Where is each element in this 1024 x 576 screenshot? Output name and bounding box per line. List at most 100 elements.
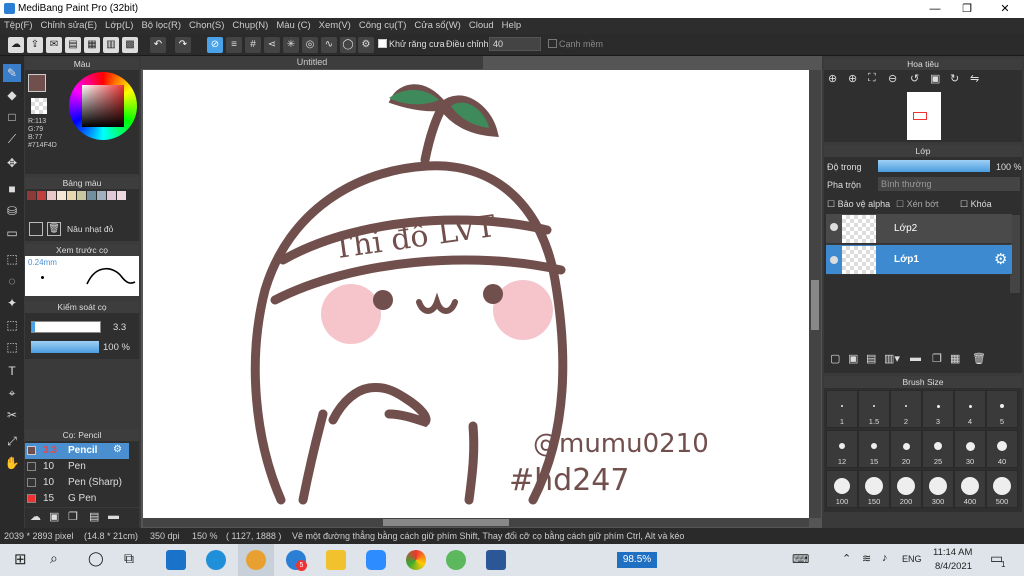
minimize-button[interactable]: — — [918, 0, 952, 18]
move-tool-icon[interactable]: ✥ — [3, 154, 21, 172]
brush-size-cell[interactable]: 20 — [890, 430, 922, 468]
brush-size-cell[interactable]: 500 — [986, 470, 1018, 508]
battery-indicator[interactable]: 98.5% — [617, 552, 657, 568]
brush-size-cell[interactable]: 1.5 — [858, 390, 890, 428]
brush-size-cell[interactable]: 150 — [858, 470, 890, 508]
actual-size-icon[interactable]: ▣ — [930, 72, 940, 85]
palette-swatch[interactable] — [117, 191, 126, 200]
hand-tool-icon[interactable]: ✋ — [3, 454, 21, 472]
navigator-thumbnail[interactable] — [907, 92, 941, 140]
duplicate-layer-icon[interactable]: ❐ — [932, 352, 942, 365]
brush-size-cell[interactable]: 15 — [858, 430, 890, 468]
brush-size-slider[interactable] — [31, 321, 101, 333]
menu-filter[interactable]: Bộ lọc(R) — [137, 18, 185, 33]
hue-wheel[interactable] — [69, 72, 137, 140]
palette-swatch[interactable] — [57, 191, 66, 200]
volume-icon[interactable]: ♪ — [882, 552, 888, 564]
clock-date[interactable]: 8/4/2021 — [935, 561, 972, 572]
delete-palette-icon[interactable]: 🗑 — [47, 222, 61, 236]
brush-size-cell[interactable]: 3 — [922, 390, 954, 428]
brush-item-pen-sharp[interactable]: 10 Pen (Sharp) — [25, 475, 125, 491]
redo-icon[interactable]: ↷ — [175, 37, 191, 53]
menu-select[interactable]: Chọn(S) — [185, 18, 228, 33]
dot-tool-icon[interactable]: ⟋ — [3, 130, 21, 148]
palette-swatch[interactable] — [107, 191, 116, 200]
add-brush-icon[interactable]: ▣ — [49, 510, 59, 523]
brush-size-cell[interactable]: 12 — [826, 430, 858, 468]
star-snap-icon[interactable]: ✳ — [283, 37, 299, 53]
canvas-tab[interactable]: Untitled — [141, 56, 483, 69]
new-palette-icon[interactable] — [29, 222, 43, 236]
brush-size-cell[interactable]: 25 — [922, 430, 954, 468]
search-icon[interactable]: ⌕ — [50, 550, 58, 567]
language-indicator[interactable]: ENG — [902, 554, 922, 564]
fit-icon[interactable]: ⛶ — [868, 72, 876, 85]
palette-swatch[interactable] — [27, 191, 36, 200]
select-pen-tool-icon[interactable]: ⬚ — [3, 316, 21, 334]
bucket-tool-icon[interactable]: ⛁ — [3, 202, 21, 220]
delete-layer-icon[interactable]: 🗑 — [972, 352, 986, 365]
horizontal-scrollbar[interactable] — [143, 518, 809, 527]
curve-snap-icon[interactable]: ∿ — [321, 37, 337, 53]
circle-snap-icon[interactable]: ◎ — [302, 37, 318, 53]
menu-window[interactable]: Cửa sổ(W) — [410, 18, 464, 33]
select-eraser-tool-icon[interactable]: ⬚ — [3, 338, 21, 356]
select-tool-icon[interactable]: ⬚ — [3, 250, 21, 268]
menu-file[interactable]: Tệp(F) — [0, 18, 37, 33]
export-icon[interactable]: ⇪ — [27, 37, 43, 53]
clock-time[interactable]: 11:14 AM — [933, 547, 972, 558]
edge-checkbox[interactable] — [548, 39, 557, 48]
brush-item-gpen[interactable]: 15 G Pen — [25, 491, 125, 507]
new-8bit-layer-icon[interactable]: ▤ — [866, 352, 876, 365]
divide-tool-icon[interactable]: ✂ — [3, 406, 21, 424]
folder-icon[interactable]: ▬ — [108, 510, 119, 522]
snap-off-icon[interactable]: ⊘ — [207, 37, 223, 53]
fill-rect-tool-icon[interactable]: ■ — [3, 180, 21, 198]
merge-layer-icon[interactable]: ▦ — [950, 352, 960, 365]
lasso-tool-icon[interactable]: ◌ — [3, 272, 21, 290]
rectangle-tool-icon[interactable]: □ — [3, 108, 21, 126]
word-icon[interactable] — [486, 550, 506, 570]
wifi-icon[interactable]: ≋ — [862, 552, 871, 565]
menu-help[interactable]: Help — [498, 18, 526, 33]
drawing-canvas[interactable]: Thi đỗ LVT @mumu0210 #hd247 — [143, 70, 809, 518]
radial-snap-icon[interactable]: ⋖ — [264, 37, 280, 53]
brush-size-cell[interactable]: 4 — [954, 390, 986, 428]
settings-icon[interactable]: ⚙ — [358, 37, 374, 53]
palette-swatch[interactable] — [67, 191, 76, 200]
text-tool-icon[interactable]: T — [3, 362, 21, 380]
task-view-icon[interactable]: ◯ — [88, 550, 104, 567]
vertical-scrollbar[interactable] — [809, 70, 821, 518]
rotate-right-icon[interactable]: ↻ — [950, 72, 959, 85]
menu-cloud[interactable]: Cloud — [465, 18, 498, 33]
brush-size-cell[interactable]: 300 — [922, 470, 954, 508]
menu-color[interactable]: Màu (C) — [272, 18, 314, 33]
brush-size-cell[interactable]: 400 — [954, 470, 986, 508]
grid-snap-icon[interactable]: # — [245, 37, 261, 53]
gradient-tool-icon[interactable]: ▭ — [3, 224, 21, 242]
lock-checkbox[interactable]: ☐ Khóa — [960, 199, 992, 210]
folder-icon[interactable]: ▬ — [910, 352, 921, 364]
zoom-in-icon[interactable]: ⊕ — [828, 72, 837, 85]
new-layer-icon[interactable]: ▢ — [830, 352, 840, 365]
brush-item-pen[interactable]: 10 Pen — [25, 459, 125, 475]
chrome-icon[interactable] — [406, 550, 426, 570]
cloud-icon[interactable]: ☁ — [8, 37, 24, 53]
page-icon[interactable]: ▦ — [84, 37, 100, 53]
menu-tools[interactable]: Công cụ(T) — [355, 18, 411, 33]
flip-icon[interactable]: ⇋ — [970, 72, 979, 85]
layer-opacity-slider[interactable] — [878, 160, 990, 172]
copy-brush-icon[interactable]: ❐ — [68, 510, 78, 523]
operation-tool-icon[interactable]: ⌖ — [3, 384, 21, 402]
edge-icon[interactable] — [206, 550, 226, 570]
parallel-snap-icon[interactable]: ≡ — [226, 37, 242, 53]
brush-settings-icon[interactable]: ▤ — [89, 510, 99, 523]
menu-snap[interactable]: Chụp(N) — [228, 18, 272, 33]
book-icon[interactable]: ▥ — [103, 37, 119, 53]
cloud-brush-icon[interactable]: ☁ — [30, 510, 41, 523]
brush-size-cell[interactable]: 5 — [986, 390, 1018, 428]
primary-color-swatch[interactable] — [28, 74, 46, 92]
widgets-icon[interactable]: ⧉ — [124, 550, 134, 567]
comment-icon[interactable]: ✉ — [46, 37, 62, 53]
secondary-color-swatch[interactable] — [31, 98, 47, 114]
